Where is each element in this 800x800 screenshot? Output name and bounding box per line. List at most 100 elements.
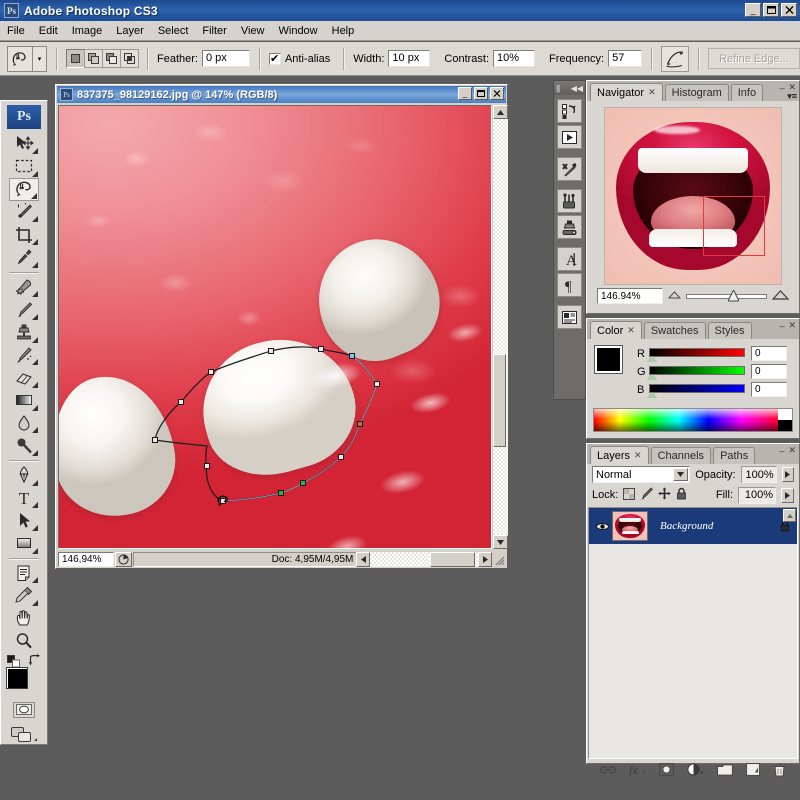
red-slider-handle[interactable] <box>647 356 657 362</box>
minimize-button[interactable]: _ <box>745 3 761 17</box>
green-slider-handle[interactable] <box>647 374 657 380</box>
navigator-view-box[interactable] <box>703 196 765 256</box>
new-layer-button[interactable] <box>746 762 761 779</box>
stylus-pressure-button[interactable] <box>661 45 690 72</box>
canvas-vertical-scrollbar[interactable] <box>493 105 508 549</box>
document-close-button[interactable] <box>490 87 504 100</box>
tool-brush[interactable] <box>9 298 39 321</box>
foreground-color-swatch[interactable] <box>6 667 28 690</box>
tool-zoom[interactable] <box>9 629 39 652</box>
window-resize-handle[interactable] <box>492 553 505 566</box>
channel-value-b[interactable]: 0 <box>751 382 787 397</box>
fill-input[interactable]: 100% <box>738 486 776 504</box>
zoom-level-input[interactable]: 146,94% <box>58 552 114 567</box>
lasso-anchor-point[interactable] <box>300 480 306 486</box>
tool-dodge[interactable] <box>9 434 39 457</box>
lasso-anchor-point[interactable] <box>204 463 210 469</box>
layers-list[interactable]: Background <box>588 507 798 759</box>
horizontal-scroll-thumb[interactable] <box>430 552 475 567</box>
close-icon[interactable]: ✕ <box>648 87 656 98</box>
scroll-up-button[interactable] <box>493 105 508 119</box>
tool-crop[interactable] <box>9 223 39 246</box>
menu-item-layer[interactable]: Layer <box>109 23 151 39</box>
lasso-anchor-point[interactable] <box>278 490 284 496</box>
tab-navigator[interactable]: Navigator ✕ <box>590 83 663 101</box>
slider-knob[interactable] <box>728 290 740 302</box>
menu-item-select[interactable]: Select <box>151 23 196 39</box>
lasso-anchor-point[interactable] <box>152 437 158 443</box>
close-panel-icon[interactable]: ✕ <box>788 445 796 456</box>
lasso-anchor-point[interactable] <box>374 381 380 387</box>
tab-styles[interactable]: Styles <box>707 322 752 339</box>
channel-value-g[interactable]: 0 <box>751 364 787 379</box>
tool-move[interactable] <box>9 132 39 155</box>
color-foreground-swatch[interactable] <box>594 345 623 374</box>
lock-image-button[interactable] <box>640 487 654 503</box>
tab-channels[interactable]: Channels <box>650 447 712 464</box>
new-group-button[interactable] <box>717 763 734 779</box>
delete-layer-button[interactable] <box>773 762 786 780</box>
vertical-scroll-thumb[interactable] <box>493 354 506 447</box>
lasso-anchor-point[interactable] <box>349 353 355 359</box>
document-titlebar[interactable]: Ps 837375_98129162.jpg @ 147% (RGB/8) _ <box>57 86 506 103</box>
tab-swatches[interactable]: Swatches <box>643 322 706 339</box>
menu-item-edit[interactable]: Edit <box>32 23 65 39</box>
layer-visibility-toggle[interactable] <box>592 521 612 532</box>
maximize-button[interactable] <box>763 3 779 17</box>
lasso-anchor-point[interactable] <box>178 399 184 405</box>
channel-slider-r[interactable] <box>647 348 745 362</box>
tool-preset-picker[interactable]: ▾ <box>33 45 47 72</box>
refine-edge-button[interactable]: Refine Edge... <box>708 48 800 69</box>
minimize-panel-icon[interactable]: – <box>779 321 784 331</box>
tool-rectangle-shape[interactable] <box>9 532 39 555</box>
navigator-zoom-input[interactable]: 146.94% <box>597 288 663 304</box>
frequency-input[interactable]: 57 <box>608 50 643 67</box>
paragraph-panel-button[interactable]: ¶ <box>557 273 582 297</box>
intersect-with-selection-button[interactable] <box>120 49 139 68</box>
tool-horizontal-type[interactable]: T <box>9 487 39 510</box>
scroll-left-button[interactable] <box>356 552 370 567</box>
feather-input[interactable]: 0 px <box>201 50 250 67</box>
tool-gradient[interactable] <box>9 389 39 412</box>
blend-mode-dropdown-button[interactable] <box>673 468 689 481</box>
zoom-out-button[interactable] <box>667 289 682 303</box>
layer-thumbnail[interactable] <box>612 511 648 541</box>
contrast-input[interactable]: 10% <box>493 50 536 67</box>
menu-item-filter[interactable]: Filter <box>195 23 233 39</box>
anti-alias-checkbox-wrap[interactable]: Anti-alias <box>268 52 334 65</box>
tool-history-brush[interactable] <box>9 344 39 367</box>
document-maximize-button[interactable] <box>474 87 488 100</box>
zoom-in-button[interactable] <box>771 289 790 304</box>
new-fill-adjustment-button[interactable] <box>687 763 704 779</box>
close-button[interactable] <box>781 3 797 17</box>
tool-hand[interactable] <box>9 607 39 630</box>
spectrum-white[interactable] <box>778 409 792 420</box>
navigator-thumbnail[interactable] <box>604 107 782 285</box>
subtract-from-selection-button[interactable] <box>102 49 121 68</box>
active-tool-magnetic-lasso-button[interactable] <box>7 45 33 72</box>
tool-pen[interactable] <box>9 464 39 487</box>
actions-panel-button[interactable] <box>557 125 582 149</box>
tool-magnetic-lasso[interactable] <box>9 177 39 201</box>
opacity-input[interactable]: 100% <box>740 466 777 483</box>
canvas-horizontal-scrollbar[interactable] <box>356 552 492 567</box>
menu-item-file[interactable]: File <box>0 23 32 39</box>
dock-header[interactable]: ||| ◀◀ <box>554 81 585 95</box>
layers-panel-menu-icon[interactable]: ▾≡ <box>787 91 797 102</box>
lasso-anchor-point[interactable] <box>268 348 274 354</box>
layer-comps-panel-button[interactable] <box>557 305 582 329</box>
channel-value-r[interactable]: 0 <box>751 346 787 361</box>
tool-notes[interactable] <box>9 561 39 584</box>
tab-layers[interactable]: Layers ✕ <box>590 446 649 464</box>
tool-magic-wand[interactable] <box>9 201 39 224</box>
menu-item-view[interactable]: View <box>234 23 272 39</box>
vertical-scroll-track[interactable] <box>493 119 508 535</box>
color-spectrum-strip[interactable] <box>593 408 793 432</box>
minimize-panel-icon[interactable]: – <box>779 83 784 93</box>
spectrum-ramp[interactable] <box>594 409 778 431</box>
canvas-viewport[interactable] <box>58 105 492 549</box>
tab-color[interactable]: Color ✕ <box>590 321 642 339</box>
layer-style-button[interactable]: fx <box>629 763 646 779</box>
preview-options-button[interactable] <box>115 552 132 567</box>
channel-slider-g[interactable] <box>647 366 745 380</box>
